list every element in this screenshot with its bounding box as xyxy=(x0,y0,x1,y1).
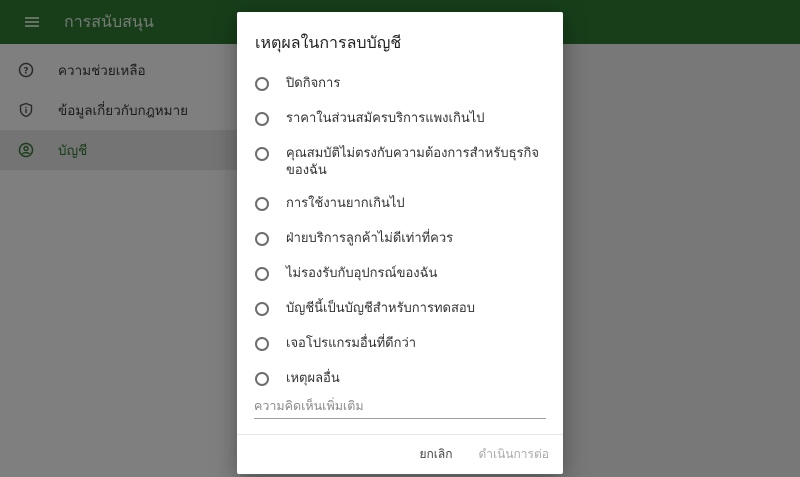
reason-option[interactable]: บัญชีนี้เป็นบัญชีสำหรับการทดสอบ xyxy=(255,292,555,327)
reason-label: ราคาในส่วนสมัครบริการแพงเกินไป xyxy=(286,111,485,126)
reason-label: ปิดกิจการ xyxy=(286,76,341,91)
reason-option[interactable]: ไม่รองรับกับอุปกรณ์ของฉัน xyxy=(255,257,555,292)
radio-button[interactable] xyxy=(255,232,269,246)
reason-label: การใช้งานยากเกินไป xyxy=(286,196,405,211)
divider xyxy=(237,434,563,435)
radio-button[interactable] xyxy=(255,302,269,316)
reason-label: ไม่รองรับกับอุปกรณ์ของฉัน xyxy=(286,266,438,281)
dialog-actions: ยกเลิก ดำเนินการต่อ xyxy=(419,445,549,464)
dialog-title: เหตุผลในการลบบัญชี xyxy=(255,33,402,52)
proceed-button[interactable]: ดำเนินการต่อ xyxy=(479,445,550,464)
reason-label: เหตุผลอื่น xyxy=(286,371,340,386)
radio-button[interactable] xyxy=(255,337,269,351)
reason-label: บัญชีนี้เป็นบัญชีสำหรับการทดสอบ xyxy=(286,301,475,316)
reason-label: เจอโปรแกรมอื่นที่ดีกว่า xyxy=(286,336,417,351)
radio-button[interactable] xyxy=(255,112,269,126)
comment-input[interactable] xyxy=(254,394,546,419)
radio-button[interactable] xyxy=(255,197,269,211)
reason-label: ฝ่ายบริการลูกค้าไม่ดีเท่าที่ควร xyxy=(286,231,454,246)
reason-option[interactable]: คุณสมบัติไม่ตรงกับความต้องการสำหรับธุรกิ… xyxy=(255,137,555,187)
reason-option[interactable]: ฝ่ายบริการลูกค้าไม่ดีเท่าที่ควร xyxy=(255,222,555,257)
reason-option[interactable]: ราคาในส่วนสมัครบริการแพงเกินไป xyxy=(255,102,555,137)
reason-option[interactable]: ปิดกิจการ xyxy=(255,67,555,102)
reason-option[interactable]: เหตุผลอื่น xyxy=(255,362,555,397)
radio-button[interactable] xyxy=(255,147,269,161)
radio-button[interactable] xyxy=(255,372,269,386)
reason-option[interactable]: การใช้งานยากเกินไป xyxy=(255,187,555,222)
reason-options: ปิดกิจการ ราคาในส่วนสมัครบริการแพงเกินไป… xyxy=(255,67,555,397)
delete-account-dialog: เหตุผลในการลบบัญชี ปิดกิจการ ราคาในส่วนส… xyxy=(237,12,563,474)
radio-button[interactable] xyxy=(255,267,269,281)
reason-label: คุณสมบัติไม่ตรงกับความต้องการสำหรับธุรกิ… xyxy=(286,146,540,178)
radio-button[interactable] xyxy=(255,77,269,91)
cancel-button[interactable]: ยกเลิก xyxy=(419,445,452,464)
reason-option[interactable]: เจอโปรแกรมอื่นที่ดีกว่า xyxy=(255,327,555,362)
